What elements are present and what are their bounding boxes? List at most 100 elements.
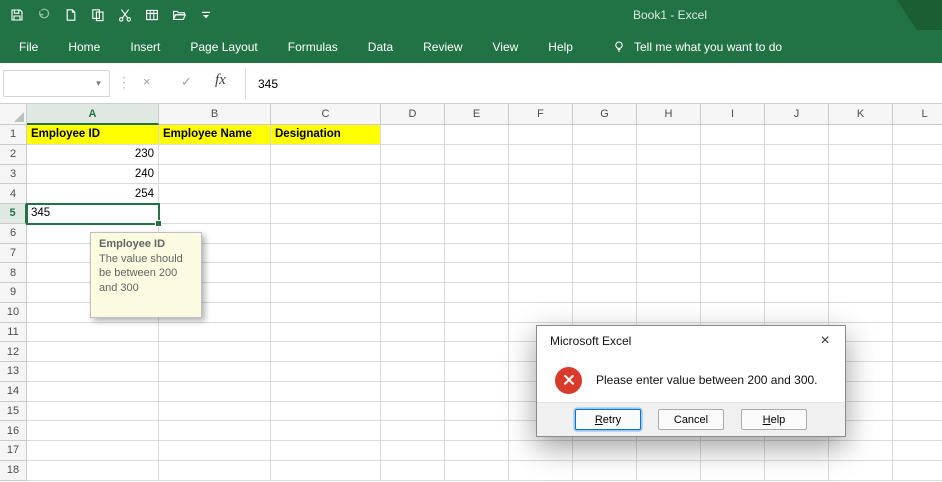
cell-D9[interactable] (381, 283, 445, 303)
cell-F10[interactable] (509, 303, 573, 323)
cell-L1[interactable] (893, 125, 942, 145)
cell-C5[interactable] (271, 204, 381, 224)
cell-G9[interactable] (573, 283, 637, 303)
cut-icon[interactable] (118, 8, 132, 22)
cell-E4[interactable] (445, 184, 509, 204)
cell-K10[interactable] (829, 303, 893, 323)
cell-D5[interactable] (381, 204, 445, 224)
cell-G10[interactable] (573, 303, 637, 323)
cell-I1[interactable] (701, 125, 765, 145)
cell-I6[interactable] (701, 224, 765, 244)
row-header-10[interactable]: 10 (0, 303, 27, 323)
cell-E10[interactable] (445, 303, 509, 323)
row-header-18[interactable]: 18 (0, 461, 27, 481)
cell-G18[interactable] (573, 461, 637, 481)
cell-A3[interactable]: 240 (27, 165, 159, 185)
cell-G2[interactable] (573, 145, 637, 165)
cell-L4[interactable] (893, 184, 942, 204)
cell-J6[interactable] (765, 224, 829, 244)
cell-A16[interactable] (27, 421, 159, 441)
cell-E9[interactable] (445, 283, 509, 303)
cell-A14[interactable] (27, 382, 159, 402)
cell-K17[interactable] (829, 441, 893, 461)
tab-data[interactable]: Data (353, 30, 408, 63)
cell-C8[interactable] (271, 263, 381, 283)
table-icon[interactable] (145, 8, 159, 22)
cell-K5[interactable] (829, 204, 893, 224)
tab-review[interactable]: Review (408, 30, 477, 63)
cell-K6[interactable] (829, 224, 893, 244)
column-header-J[interactable]: J (765, 104, 829, 125)
cell-H5[interactable] (637, 204, 701, 224)
cell-H18[interactable] (637, 461, 701, 481)
cell-B5[interactable] (159, 204, 271, 224)
tab-page-layout[interactable]: Page Layout (175, 30, 272, 63)
cell-C18[interactable] (271, 461, 381, 481)
cell-A2[interactable]: 230 (27, 145, 159, 165)
cell-K1[interactable] (829, 125, 893, 145)
row-header-14[interactable]: 14 (0, 382, 27, 402)
cell-D13[interactable] (381, 362, 445, 382)
cell-B2[interactable] (159, 145, 271, 165)
cell-F2[interactable] (509, 145, 573, 165)
tab-view[interactable]: View (478, 30, 534, 63)
row-header-3[interactable]: 3 (0, 165, 27, 185)
cell-D6[interactable] (381, 224, 445, 244)
cell-H10[interactable] (637, 303, 701, 323)
cell-E18[interactable] (445, 461, 509, 481)
cell-B18[interactable] (159, 461, 271, 481)
cell-G6[interactable] (573, 224, 637, 244)
name-box-dropdown-icon[interactable]: ▾ (88, 71, 109, 96)
cell-J1[interactable] (765, 125, 829, 145)
cell-I17[interactable] (701, 441, 765, 461)
cell-A12[interactable] (27, 342, 159, 362)
cell-J8[interactable] (765, 263, 829, 283)
cell-D18[interactable] (381, 461, 445, 481)
cell-G1[interactable] (573, 125, 637, 145)
cell-E1[interactable] (445, 125, 509, 145)
cell-C12[interactable] (271, 342, 381, 362)
cell-D4[interactable] (381, 184, 445, 204)
cell-K7[interactable] (829, 244, 893, 264)
cell-G4[interactable] (573, 184, 637, 204)
cell-L14[interactable] (893, 382, 942, 402)
cell-E17[interactable] (445, 441, 509, 461)
cell-I8[interactable] (701, 263, 765, 283)
cell-H2[interactable] (637, 145, 701, 165)
cell-H9[interactable] (637, 283, 701, 303)
cell-K4[interactable] (829, 184, 893, 204)
cell-B17[interactable] (159, 441, 271, 461)
cell-F3[interactable] (509, 165, 573, 185)
cell-J7[interactable] (765, 244, 829, 264)
undo-icon[interactable] (37, 8, 51, 22)
cell-A17[interactable] (27, 441, 159, 461)
cell-B13[interactable] (159, 362, 271, 382)
cell-C6[interactable] (271, 224, 381, 244)
cell-L16[interactable] (893, 421, 942, 441)
cell-H8[interactable] (637, 263, 701, 283)
tell-me-box[interactable]: Tell me what you want to do (612, 40, 782, 54)
cell-J5[interactable] (765, 204, 829, 224)
cell-K18[interactable] (829, 461, 893, 481)
copy-icon[interactable] (91, 8, 105, 22)
cell-F1[interactable] (509, 125, 573, 145)
cell-F8[interactable] (509, 263, 573, 283)
cell-K2[interactable] (829, 145, 893, 165)
row-header-2[interactable]: 2 (0, 145, 27, 165)
cell-E6[interactable] (445, 224, 509, 244)
cell-A13[interactable] (27, 362, 159, 382)
cell-E12[interactable] (445, 342, 509, 362)
cell-J2[interactable] (765, 145, 829, 165)
column-header-G[interactable]: G (573, 104, 637, 125)
cell-L6[interactable] (893, 224, 942, 244)
cell-J9[interactable] (765, 283, 829, 303)
cell-I7[interactable] (701, 244, 765, 264)
cell-L9[interactable] (893, 283, 942, 303)
cell-B12[interactable] (159, 342, 271, 362)
save-icon[interactable] (10, 8, 24, 22)
row-header-11[interactable]: 11 (0, 323, 27, 343)
cell-F6[interactable] (509, 224, 573, 244)
customize-toolbar-icon[interactable] (199, 8, 213, 22)
tab-insert[interactable]: Insert (115, 30, 175, 63)
column-header-K[interactable]: K (829, 104, 893, 125)
